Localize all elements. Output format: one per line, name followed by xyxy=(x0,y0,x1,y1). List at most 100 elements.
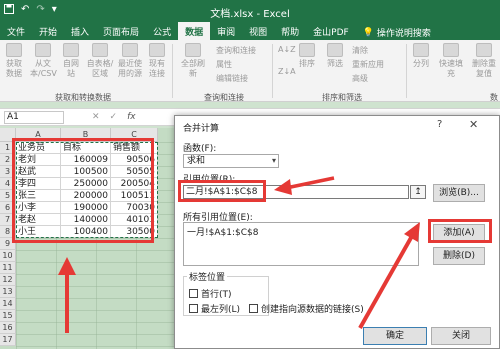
table-cell[interactable]: 40101 xyxy=(111,214,158,226)
row-header[interactable]: 17 xyxy=(0,334,16,346)
table-cell[interactable]: 90506 xyxy=(111,154,158,166)
row-header[interactable]: 6 xyxy=(0,202,16,214)
sort-ascending-button[interactable]: A↓Z xyxy=(278,45,296,54)
insert-function-icon[interactable]: fx xyxy=(127,112,136,122)
row-header[interactable]: 7 xyxy=(0,214,16,226)
enter-icon[interactable]: ✓ xyxy=(110,112,118,122)
from-web-button[interactable]: 自网站 xyxy=(62,43,80,79)
row-header[interactable]: 12 xyxy=(0,274,16,286)
row-header[interactable]: 4 xyxy=(0,178,16,190)
table-cell[interactable]: 250000 xyxy=(61,178,111,190)
formula-bar-buttons: ✕ ✓ fx xyxy=(92,112,136,122)
existing-connections-button[interactable]: 现有连接 xyxy=(148,43,166,79)
function-select[interactable]: 求和 ▾ xyxy=(183,154,279,168)
tab-help[interactable]: 帮助 xyxy=(274,22,306,40)
table-cell[interactable]: 70030 xyxy=(111,202,158,214)
column-header[interactable]: A xyxy=(16,128,61,142)
from-table-button[interactable]: 自表格/区域 xyxy=(86,43,114,79)
tab-page-layout[interactable]: 页面布局 xyxy=(96,22,146,40)
get-data-button[interactable]: 获取数据 xyxy=(3,43,25,79)
table-cell[interactable]: 140000 xyxy=(61,214,111,226)
name-box[interactable]: A1 xyxy=(4,111,64,124)
row-header[interactable]: 11 xyxy=(0,262,16,274)
advanced-filter-button[interactable]: 高级 xyxy=(352,73,368,84)
left-column-checkbox[interactable]: 最左列(L) xyxy=(189,302,240,315)
properties-button[interactable]: 属性 xyxy=(216,59,232,70)
tab-home[interactable]: 开始 xyxy=(32,22,64,40)
table-cell[interactable]: 160009 xyxy=(61,154,111,166)
edit-links-button[interactable]: 编辑链接 xyxy=(216,73,248,84)
table-header-cell[interactable]: 业务员 xyxy=(16,142,61,154)
table-cell[interactable]: 190000 xyxy=(61,202,111,214)
table-cell[interactable]: 100500 xyxy=(61,166,111,178)
table-cell[interactable]: 老刘 xyxy=(16,154,61,166)
reference-input[interactable]: 二月!$A$1:$C$8 xyxy=(183,185,409,199)
row-header[interactable]: 3 xyxy=(0,166,16,178)
table-cell[interactable]: 李四 xyxy=(16,178,61,190)
table-cell[interactable]: 赵武 xyxy=(16,166,61,178)
browse-button[interactable]: 浏览(B)... xyxy=(433,184,485,202)
table-cell[interactable]: 200504 xyxy=(111,178,158,190)
filter-button[interactable]: 筛选 xyxy=(326,43,344,69)
tab-insert[interactable]: 插入 xyxy=(64,22,96,40)
table-cell[interactable]: 小王 xyxy=(16,226,61,238)
sort-descending-button[interactable]: Z↓A xyxy=(278,67,296,76)
queries-connections-button[interactable]: 查询和连接 xyxy=(216,45,256,56)
row-header[interactable]: 15 xyxy=(0,310,16,322)
delete-button[interactable]: 删除(D) xyxy=(433,247,485,265)
recent-sources-button[interactable]: 最近使用的源 xyxy=(116,43,144,79)
close-button[interactable]: 关闭 xyxy=(431,327,491,345)
table-cell[interactable]: 小李 xyxy=(16,202,61,214)
reapply-button[interactable]: 重新应用 xyxy=(352,59,384,70)
row-header[interactable]: 1 xyxy=(0,142,16,154)
table-cell[interactable]: 30500 xyxy=(111,226,158,238)
tell-me-search[interactable]: 💡 操作说明搜索 xyxy=(356,22,438,40)
from-text-button[interactable]: 从文本/CSV xyxy=(30,43,57,79)
link-source-checkbox[interactable]: 创建指向源数据的链接(S) xyxy=(249,302,364,315)
tab-formulas[interactable]: 公式 xyxy=(146,22,178,40)
link-source-label: 创建指向源数据的链接(S) xyxy=(261,305,364,315)
table-cell[interactable]: 100511 xyxy=(111,190,158,202)
row-header[interactable]: 14 xyxy=(0,298,16,310)
sort-button[interactable]: 排序 xyxy=(298,43,316,69)
column-header[interactable]: C xyxy=(111,128,158,142)
remove-duplicates-button[interactable]: 删除重复值 xyxy=(470,43,498,79)
cancel-icon[interactable]: ✕ xyxy=(92,112,100,122)
tab-data[interactable]: 数据 xyxy=(178,22,211,40)
ok-button[interactable]: 确定 xyxy=(363,327,427,345)
table-header-cell[interactable]: 目标 xyxy=(61,142,111,154)
range-picker-icon[interactable]: ↥ xyxy=(410,185,426,199)
row-header[interactable]: 10 xyxy=(0,250,16,262)
top-row-checkbox[interactable]: 首行(T) xyxy=(189,287,232,300)
all-references-list[interactable]: 一月!$A$1:$C$8 xyxy=(183,222,419,266)
text-to-columns-button[interactable]: 分列 xyxy=(412,43,430,69)
row-header[interactable]: 2 xyxy=(0,154,16,166)
row-header[interactable]: 13 xyxy=(0,286,16,298)
tab-review[interactable]: 审阅 xyxy=(210,22,242,40)
clear-filter-button[interactable]: 清除 xyxy=(352,45,368,56)
select-all-corner[interactable] xyxy=(0,128,16,142)
table-cell[interactable]: 张三 xyxy=(16,190,61,202)
reference-list-item[interactable]: 一月!$A$1:$C$8 xyxy=(187,225,415,238)
close-icon[interactable]: ✕ xyxy=(469,118,478,131)
table-cell[interactable]: 100400 xyxy=(61,226,111,238)
recent-sources-icon xyxy=(122,43,138,57)
table-cell[interactable]: 老赵 xyxy=(16,214,61,226)
table-cell[interactable]: 50505 xyxy=(111,166,158,178)
add-button[interactable]: 添加(A) xyxy=(433,224,485,242)
checkbox-icon xyxy=(249,304,258,313)
group-label-data-tools: 数 xyxy=(490,93,498,102)
tab-view[interactable]: 视图 xyxy=(242,22,274,40)
refresh-all-button[interactable]: 全部刷新 xyxy=(178,43,208,79)
flash-fill-button[interactable]: 快速填充 xyxy=(436,43,466,79)
row-header[interactable]: 9 xyxy=(0,238,16,250)
row-header[interactable]: 8 xyxy=(0,226,16,238)
tab-kingsoft-pdf[interactable]: 金山PDF xyxy=(306,22,356,40)
row-header[interactable]: 5 xyxy=(0,190,16,202)
table-header-cell[interactable]: 销售额 xyxy=(111,142,158,154)
table-cell[interactable]: 200000 xyxy=(61,190,111,202)
row-header[interactable]: 16 xyxy=(0,322,16,334)
column-header[interactable]: B xyxy=(61,128,111,142)
help-icon[interactable]: ? xyxy=(437,119,442,130)
tab-file[interactable]: 文件 xyxy=(0,22,32,40)
